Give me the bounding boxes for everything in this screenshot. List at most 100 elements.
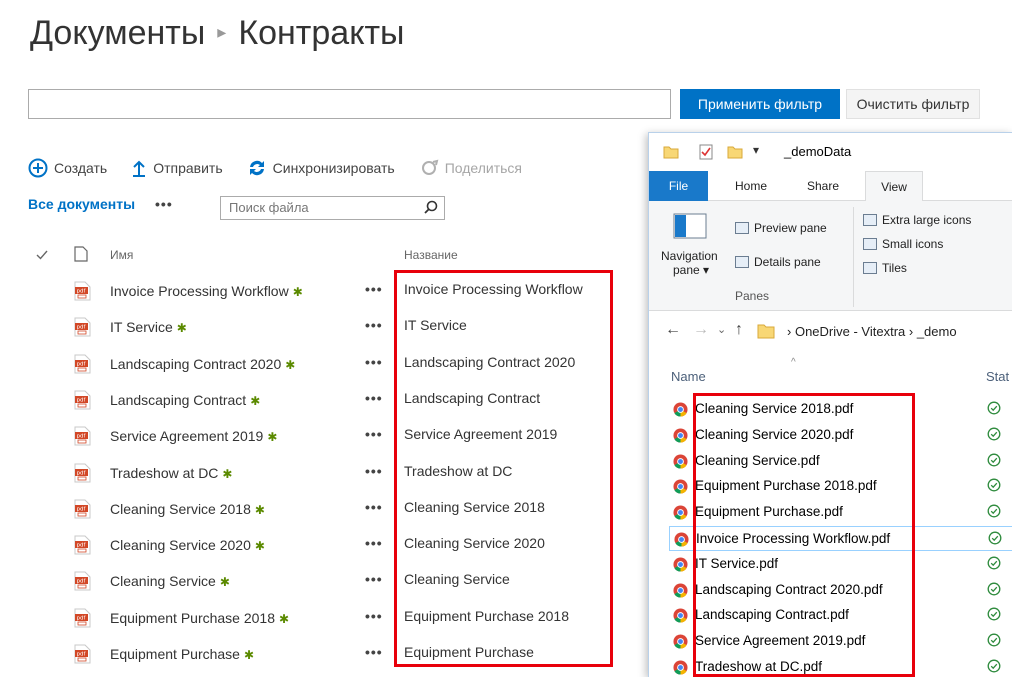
sync-status-ok-icon <box>987 453 1001 467</box>
row-menu-button[interactable]: ••• <box>365 426 383 442</box>
sort-ascending-icon: ^ <box>791 357 796 368</box>
preview-pane-button[interactable]: Preview pane <box>735 221 827 235</box>
svg-text:pdf: pdf <box>77 397 87 403</box>
svg-text:pdf: pdf <box>77 361 87 367</box>
navigation-pane-icon[interactable] <box>673 213 707 239</box>
pdf-file-icon: pdf <box>74 426 91 446</box>
column-header-title[interactable]: Название <box>404 248 458 262</box>
chrome-pdf-icon <box>673 479 688 494</box>
column-header-file-name[interactable]: Name <box>671 369 706 384</box>
command-bar: Создать Отправить Синхронизировать Подел… <box>28 154 546 182</box>
breadcrumb-root[interactable]: Документы <box>30 14 205 52</box>
row-menu-button[interactable]: ••• <box>365 608 383 624</box>
preview-pane-icon <box>735 222 749 234</box>
extra-large-icons-icon <box>863 214 877 226</box>
document-name-link[interactable]: Service Agreement 2019 ✱ <box>110 428 277 444</box>
new-item-icon: ✱ <box>254 502 265 517</box>
view-all-documents[interactable]: Все документы <box>28 196 135 212</box>
clear-filter-button[interactable]: Очистить фильтр <box>846 89 980 119</box>
properties-checkbox-icon[interactable] <box>699 144 713 160</box>
create-button[interactable]: Создать <box>28 158 107 178</box>
chevron-right-icon: › <box>787 324 795 339</box>
column-header-status[interactable]: Stat <box>986 369 1009 384</box>
tab-share[interactable]: Share <box>807 171 839 201</box>
document-name-link[interactable]: Landscaping Contract 2020 ✱ <box>110 356 295 372</box>
row-menu-button[interactable]: ••• <box>365 317 383 333</box>
file-list-header: ^ Name Stat <box>649 355 1012 395</box>
file-explorer-window: ▾ _demoData File Home Share View Navigat… <box>648 132 1012 677</box>
row-menu-button[interactable]: ••• <box>365 499 383 515</box>
row-menu-button[interactable]: ••• <box>365 463 383 479</box>
document-name-link[interactable]: Cleaning Service 2020 ✱ <box>110 537 265 553</box>
sync-button[interactable]: Синхронизировать <box>247 159 395 177</box>
small-icons-button[interactable]: Small icons <box>863 237 943 251</box>
new-item-icon: ✱ <box>285 357 296 372</box>
row-menu-button[interactable]: ••• <box>365 571 383 587</box>
tab-file[interactable]: File <box>649 171 708 201</box>
document-name-link[interactable]: IT Service ✱ <box>110 319 187 335</box>
svg-text:pdf: pdf <box>77 543 87 549</box>
details-pane-button[interactable]: Details pane <box>735 255 821 269</box>
tiles-button[interactable]: Tiles <box>863 261 907 275</box>
ribbon-view: Navigation pane ▾ Preview pane Details p… <box>649 201 1012 311</box>
up-arrow-icon[interactable]: ↑ <box>735 321 743 339</box>
chrome-pdf-icon <box>673 660 688 675</box>
document-name-link[interactable]: Invoice Processing Workflow ✱ <box>110 283 303 299</box>
navigation-pane-dropdown[interactable]: pane ▾ <box>673 263 709 277</box>
extra-large-icons-button[interactable]: Extra large icons <box>863 213 971 227</box>
new-folder-icon[interactable] <box>727 144 743 160</box>
forward-arrow-icon[interactable]: → <box>693 321 709 339</box>
view-more-button[interactable]: ••• <box>155 196 173 212</box>
address-path[interactable]: › OneDrive - Vitextra › _demo <box>787 324 957 339</box>
svg-text:pdf: pdf <box>77 506 87 512</box>
upload-button[interactable]: Отправить <box>131 159 223 177</box>
document-name-link[interactable]: Cleaning Service 2018 ✱ <box>110 501 265 517</box>
chrome-pdf-icon <box>673 428 688 443</box>
breadcrumb-current: Контракты <box>238 14 405 52</box>
row-menu-button[interactable]: ••• <box>365 281 383 297</box>
explorer-window-title: _demoData <box>784 144 852 159</box>
chrome-pdf-icon <box>673 454 688 469</box>
document-name-link[interactable]: Equipment Purchase 2018 ✱ <box>110 610 289 626</box>
sync-icon <box>249 160 264 176</box>
plus-circle-icon <box>28 158 48 178</box>
address-segment-onedrive[interactable]: OneDrive - Vitextra <box>795 324 905 339</box>
new-item-icon: ✱ <box>176 321 187 336</box>
address-segment-demo[interactable]: _demo <box>917 324 957 339</box>
row-menu-button[interactable]: ••• <box>365 354 383 370</box>
new-item-icon: ✱ <box>267 430 278 445</box>
new-item-icon: ✱ <box>219 575 230 590</box>
small-icons-icon <box>863 238 877 250</box>
document-name-link[interactable]: Cleaning Service ✱ <box>110 573 230 589</box>
chrome-pdf-icon <box>673 557 688 572</box>
row-menu-button[interactable]: ••• <box>365 535 383 551</box>
search-icon[interactable] <box>424 200 438 214</box>
recent-dropdown-icon[interactable]: ⌄ <box>717 323 726 336</box>
share-button[interactable]: Поделиться <box>419 159 522 177</box>
tiles-icon <box>863 262 877 274</box>
navigation-pane-button[interactable]: Navigation <box>661 249 718 263</box>
file-search-input[interactable]: Поиск файла <box>220 196 445 220</box>
sync-status-ok-icon <box>987 582 1001 596</box>
document-name-link[interactable]: Landscaping Contract ✱ <box>110 392 260 408</box>
pdf-file-icon: pdf <box>74 390 91 410</box>
svg-text:pdf: pdf <box>77 434 87 440</box>
tab-view[interactable]: View <box>865 171 923 202</box>
apply-filter-button[interactable]: Применить фильтр <box>680 89 840 119</box>
filter-input[interactable] <box>28 89 671 119</box>
document-name-link[interactable]: Equipment Purchase ✱ <box>110 646 254 662</box>
chrome-pdf-icon <box>674 532 689 547</box>
row-menu-button[interactable]: ••• <box>365 390 383 406</box>
pdf-file-icon: pdf <box>74 354 91 374</box>
highlight-box-files <box>693 393 915 677</box>
tab-home[interactable]: Home <box>735 171 767 201</box>
back-arrow-icon[interactable]: ← <box>665 321 681 339</box>
quick-access-dropdown-icon[interactable]: ▾ <box>753 143 759 157</box>
row-menu-button[interactable]: ••• <box>365 644 383 660</box>
column-header-name[interactable]: Имя <box>110 248 133 262</box>
document-name-link[interactable]: Tradeshow at DC ✱ <box>110 465 232 481</box>
share-icon <box>421 159 439 175</box>
select-all-checkmark-icon[interactable] <box>36 250 48 260</box>
sync-status-ok-icon <box>987 556 1001 570</box>
ribbon-tabs: File Home Share View <box>649 171 1012 202</box>
